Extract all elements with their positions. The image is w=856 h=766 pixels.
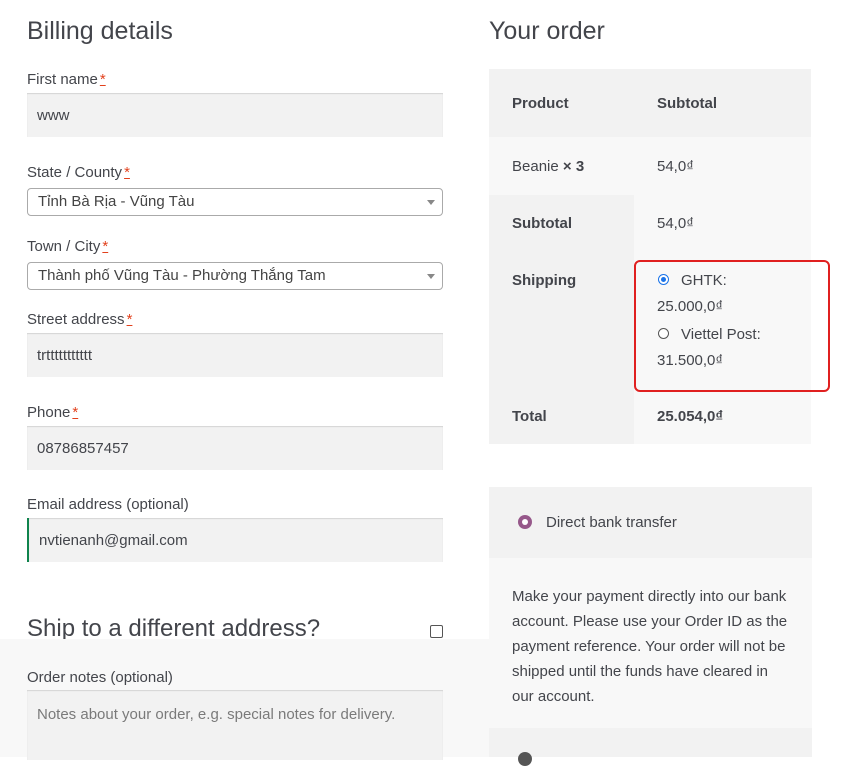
payment-method-next[interactable] (489, 728, 812, 757)
email-input[interactable] (27, 518, 443, 562)
subtotal-label: Subtotal (512, 215, 572, 232)
town-select[interactable]: Thành phố Vũng Tàu - Phường Thắng Tam (27, 262, 443, 290)
town-select-value: Thành phố Vũng Tàu - Phường Thắng Tam (38, 267, 326, 284)
col-product: Product (512, 95, 569, 112)
payment-radio-icon-next[interactable] (518, 752, 532, 766)
order-notes-textarea[interactable]: Notes about your order, e.g. special not… (27, 690, 443, 760)
cart-item-name: Beanie × 3 (512, 158, 585, 175)
shipping-label: Shipping (512, 272, 577, 289)
street-address-input[interactable] (27, 333, 443, 377)
payment-method-label: Direct bank transfer (546, 514, 677, 531)
billing-heading: Billing details (27, 17, 173, 45)
first-name-label: First name * (27, 71, 106, 88)
total-value: 25.054,0₫ (657, 408, 724, 425)
ship-different-checkbox[interactable] (430, 625, 443, 638)
col-subtotal: Subtotal (657, 95, 717, 112)
order-heading: Your order (489, 17, 605, 45)
email-label: Email address (optional) (27, 496, 189, 513)
state-label: State / County * (27, 164, 130, 181)
cart-item-price: 54,0₫ (657, 158, 694, 175)
cart-item-qty: × 3 (562, 158, 585, 175)
phone-input[interactable] (27, 426, 443, 470)
order-notes-label: Order notes (optional) (27, 669, 173, 686)
subtotal-value: 54,0₫ (657, 215, 694, 232)
state-select[interactable]: Tỉnh Bà Rịa - Vũng Tàu (27, 188, 443, 216)
town-label: Town / City * (27, 238, 109, 255)
order-footer-labels (489, 195, 634, 444)
chevron-down-icon (427, 200, 435, 205)
state-select-value: Tỉnh Bà Rịa - Vũng Tàu (38, 193, 195, 210)
shipping-highlight-box (634, 260, 830, 392)
first-name-input[interactable] (27, 93, 443, 137)
total-label: Total (512, 408, 547, 425)
chevron-down-icon (427, 274, 435, 279)
phone-label: Phone * (27, 404, 79, 421)
street-label: Street address * (27, 311, 133, 328)
payment-description: Make your payment directly into our bank… (512, 588, 788, 705)
payment-radio-icon[interactable] (518, 515, 532, 529)
